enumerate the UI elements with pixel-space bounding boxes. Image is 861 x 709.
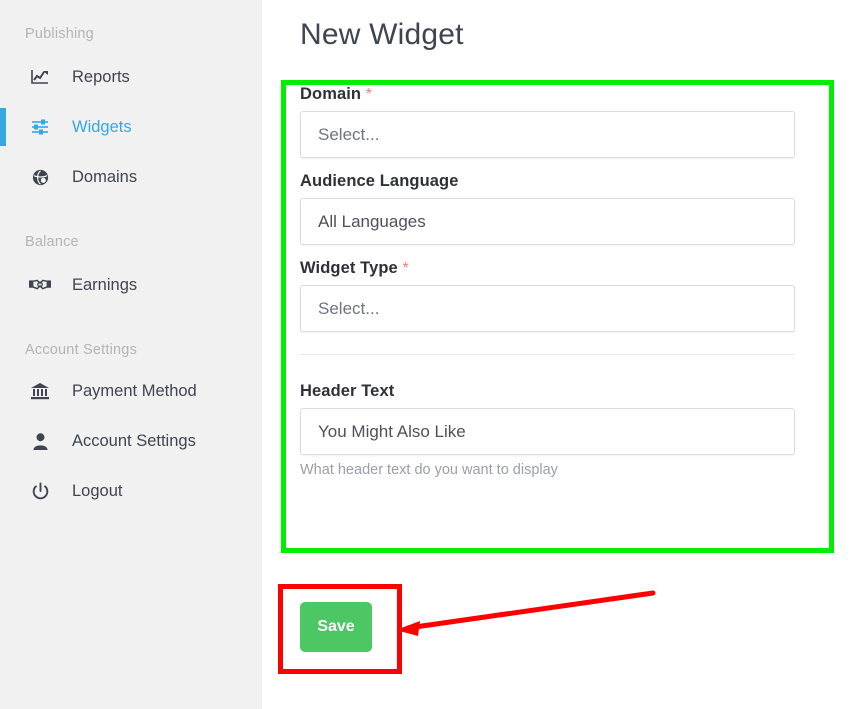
sidebar-item-label: Widgets xyxy=(72,117,132,136)
page-title: New Widget xyxy=(300,18,464,51)
sidebar-section-title-publishing: Publishing xyxy=(25,26,94,42)
power-icon xyxy=(28,479,52,503)
field-label-audience-language: Audience Language xyxy=(300,172,805,191)
form-divider xyxy=(300,354,795,355)
sidebar-item-payment-method[interactable]: Payment Method xyxy=(0,372,262,410)
sidebar-item-label: Logout xyxy=(72,481,123,500)
sidebar-item-earnings[interactable]: Earnings xyxy=(0,266,262,304)
header-text-input[interactable]: You Might Also Like xyxy=(300,408,795,455)
field-label-domain: Domain * xyxy=(300,85,805,104)
field-header-text: Header Text You Might Also Like What hea… xyxy=(300,382,805,478)
sidebar-item-label: Account Settings xyxy=(72,431,196,450)
sidebar-item-label: Reports xyxy=(72,67,130,86)
field-audience-language: Audience Language All Languages xyxy=(300,172,805,245)
new-widget-form: Domain * Select... Audience Language All… xyxy=(300,85,805,492)
sidebar-item-label: Payment Method xyxy=(72,381,197,400)
sidebar-item-label: Earnings xyxy=(72,275,138,294)
bank-icon xyxy=(28,379,52,403)
field-label-text: Audience Language xyxy=(300,172,459,190)
domain-select[interactable]: Select... xyxy=(300,111,795,158)
sidebar-item-reports[interactable]: Reports xyxy=(0,58,262,96)
required-asterisk: * xyxy=(402,260,409,277)
widget-type-select[interactable]: Select... xyxy=(300,285,795,332)
sliders-icon xyxy=(28,115,52,139)
field-widget-type: Widget Type * Select... xyxy=(300,259,805,332)
field-domain: Domain * Select... xyxy=(300,85,805,158)
globe-icon xyxy=(28,165,52,189)
user-icon xyxy=(28,429,52,453)
field-label-widget-type: Widget Type * xyxy=(300,259,805,278)
sidebar-item-domains[interactable]: Domains xyxy=(0,158,262,196)
field-label-text: Widget Type xyxy=(300,259,398,277)
field-label-header-text: Header Text xyxy=(300,382,805,401)
sidebar-section-title-balance: Balance xyxy=(25,234,79,250)
sidebar-item-label: Domains xyxy=(72,167,138,186)
sidebar-item-logout[interactable]: Logout xyxy=(0,472,262,510)
required-asterisk: * xyxy=(365,86,373,103)
save-button[interactable]: Save xyxy=(300,602,372,652)
sidebar-item-account-settings[interactable]: Account Settings xyxy=(0,422,262,460)
field-label-text: Domain xyxy=(300,85,362,103)
field-label-text: Header Text xyxy=(300,382,395,400)
sidebar-section-title-account-settings: Account Settings xyxy=(25,342,138,358)
audience-language-select[interactable]: All Languages xyxy=(300,198,795,245)
active-indicator-bar xyxy=(0,108,6,146)
header-text-help: What header text do you want to display xyxy=(300,462,558,478)
sidebar: Publishing Reports Widgets Domains Balan… xyxy=(0,0,262,709)
line-chart-icon xyxy=(28,65,52,89)
sidebar-item-widgets[interactable]: Widgets xyxy=(0,108,262,146)
handshake-icon xyxy=(28,273,52,297)
